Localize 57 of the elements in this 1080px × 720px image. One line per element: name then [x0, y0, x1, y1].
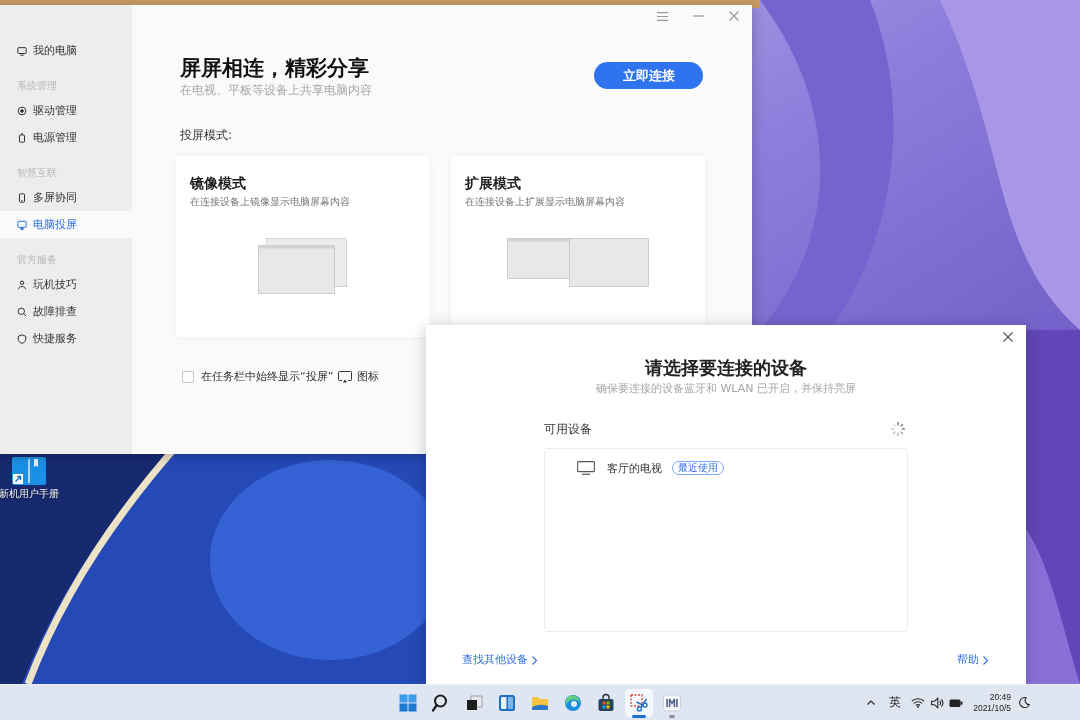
chevron-up-icon[interactable]	[867, 700, 876, 705]
cast-icon	[17, 219, 27, 230]
swirl-icon[interactable]	[563, 692, 583, 713]
card-description: 在连接设备上镜像显示电脑屏幕内容	[190, 195, 350, 209]
sidebar-item[interactable]: 电源管理	[0, 124, 132, 151]
sidebar-item[interactable]: 故障排查	[0, 298, 132, 325]
shopping-bag-icon[interactable]	[596, 692, 616, 713]
book-icon[interactable]	[12, 457, 46, 485]
chevron-right-icon	[983, 655, 988, 665]
wifi-icon[interactable]	[911, 697, 926, 708]
device-name[interactable]: 客厅的电视	[607, 460, 662, 476]
card-title: 扩展模式	[465, 174, 521, 193]
clock-button[interactable]: 20:49 2021/10/5	[973, 691, 1011, 714]
battery-icon	[17, 132, 27, 143]
speaker-icon[interactable]	[931, 696, 945, 709]
section-label: 投屏模式:	[179, 127, 233, 143]
checkbox[interactable]	[182, 371, 194, 383]
sidebar-item[interactable]: 快捷服务	[0, 325, 132, 352]
four-squares-icon[interactable]	[398, 692, 418, 713]
two-panels-icon[interactable]	[497, 692, 517, 713]
checkbox-label: 图标	[357, 369, 380, 385]
chevron-right-icon	[532, 655, 537, 665]
sidebar-item[interactable]: 驱动管理	[0, 97, 132, 124]
shield-icon	[17, 333, 27, 344]
checkbox-label: 在任务栏中始终显示“投屏”	[201, 369, 334, 385]
menu-icon[interactable]	[657, 11, 668, 21]
dialog-subtitle: 确保要连接的设备蓝牙和 WLAN 已开启，并保持亮屏	[596, 381, 856, 397]
battery-icon[interactable]	[949, 697, 964, 708]
monitor-icon	[577, 461, 595, 475]
footer-link[interactable]: 查找其他设备	[462, 653, 537, 667]
section-label: 可用设备	[544, 421, 592, 437]
search-icon	[17, 306, 27, 317]
overlapping-squares-icon[interactable]	[464, 692, 484, 713]
footer-link[interactable]: 帮助	[957, 653, 988, 667]
sidebar-item[interactable]: 电脑投屏	[0, 211, 132, 238]
connect-button[interactable]: 立即连接	[594, 62, 703, 89]
dialog-title: 请选择要连接的设备	[645, 356, 807, 380]
sidebar-item[interactable]: 玩机技巧	[0, 271, 132, 298]
mode-card[interactable]: 镜像模式 在连接设备上镜像显示电脑屏幕内容	[176, 156, 430, 337]
sidebar-item[interactable]: 多屏协同	[0, 184, 132, 211]
input-method-indicator[interactable]: 英	[889, 694, 902, 711]
page-subtitle: 在电视、平板等设备上共享电脑内容	[180, 82, 372, 99]
close-icon[interactable]	[1003, 332, 1013, 342]
phone-icon	[17, 192, 27, 203]
person-icon	[17, 279, 27, 290]
moon-icon[interactable]	[1019, 697, 1030, 708]
cast-icon	[338, 371, 353, 383]
card-description: 在连接设备上扩展显示电脑屏幕内容	[465, 195, 625, 209]
scissors-icon[interactable]	[625, 688, 653, 717]
sidebar-item[interactable]: 我的电脑	[0, 37, 132, 64]
page-title: 屏屏相连，精彩分享	[180, 55, 370, 81]
shortcut-label[interactable]: 新机用户手册	[0, 488, 59, 500]
logo-icon[interactable]	[662, 692, 682, 713]
monitor-icon	[17, 45, 27, 56]
disc-icon	[17, 105, 27, 116]
loading-spinner-icon	[891, 422, 905, 436]
card-title: 镜像模式	[190, 174, 246, 193]
